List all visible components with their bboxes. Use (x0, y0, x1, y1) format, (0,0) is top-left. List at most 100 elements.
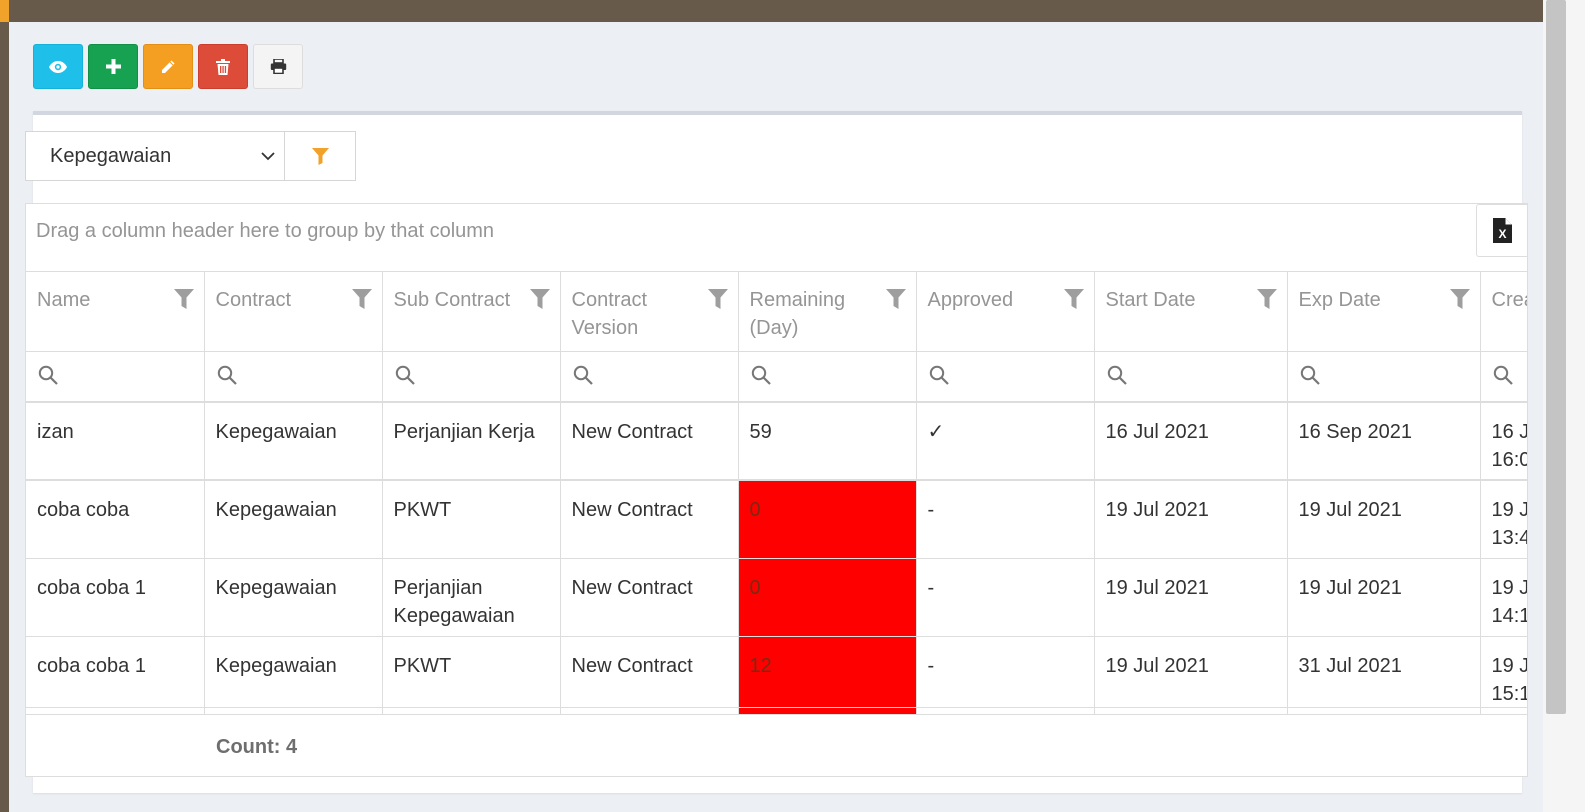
cell-start-date: 16 Jul 2021 (1094, 402, 1288, 481)
cell-created: 19 J 13:4 (1480, 480, 1528, 559)
column-header-label: Sub Contract (393, 289, 511, 311)
grid-footer: Count: 4 (26, 707, 1527, 776)
cell-contract: Kepegawaian (204, 480, 383, 559)
column-filter-icon[interactable] (1256, 289, 1277, 309)
cell-approved: - (916, 636, 1095, 715)
contract-filter-value: Kepegawaian (50, 144, 172, 167)
top-bar (0, 0, 1543, 22)
cell-exp-date: 31 Jul 2021 (1287, 636, 1481, 715)
edit-button[interactable] (143, 44, 193, 89)
cell-name: coba coba 1 (26, 636, 205, 715)
toolbar (33, 44, 303, 89)
contract-filter-select[interactable]: Kepegawaian (25, 131, 285, 181)
cell-start-date: 19 Jul 2021 (1094, 480, 1288, 559)
cell-contract-version: New Contract (560, 480, 739, 559)
cell-exp-date: 19 Jul 2021 (1287, 480, 1481, 559)
search-cell-remaining[interactable] (738, 351, 917, 403)
search-icon (1107, 365, 1127, 385)
cell-sub-contract: Perjanjian Kerja (382, 402, 561, 481)
cell-name: coba coba 1 (26, 558, 205, 637)
cell-contract: Kepegawaian (204, 636, 383, 715)
eye-icon (49, 60, 67, 73)
export-excel-button[interactable]: X (1476, 204, 1527, 257)
delete-button[interactable] (198, 44, 248, 89)
trash-icon (216, 58, 230, 75)
column-header-label: Remaining (749, 289, 846, 311)
cell-exp-date: 16 Sep 2021 (1287, 402, 1481, 481)
search-cell-name[interactable] (26, 351, 205, 403)
print-button[interactable] (253, 44, 303, 89)
column-header-label: (Day) (749, 317, 799, 339)
search-cell-contract-version[interactable] (560, 351, 739, 403)
column-filter-icon[interactable] (1063, 289, 1084, 309)
column-filter-icon[interactable] (885, 289, 906, 309)
search-cell-contract[interactable] (204, 351, 383, 403)
cell-created: 19 J 15:1 (1480, 636, 1528, 715)
search-icon (217, 365, 237, 385)
cell-approved: ✓ (916, 402, 1095, 481)
cell-contract-version: New Contract (560, 402, 739, 481)
table-row[interactable]: coba coba Kepegawaian PKWT New Contract … (26, 480, 1528, 559)
column-header-remaining[interactable]: Remaining (Day) (738, 272, 917, 352)
search-cell-exp-date[interactable] (1287, 351, 1481, 403)
search-icon (751, 365, 771, 385)
search-icon (38, 365, 58, 385)
column-filter-icon[interactable] (1449, 289, 1470, 309)
cell-remaining-alert: 0 (738, 558, 917, 637)
contract-table: Name Contract Sub Contract Contract Versi… (26, 272, 1528, 715)
search-cell-created[interactable] (1480, 351, 1527, 403)
created-date: 16 J (1491, 421, 1528, 443)
table-row[interactable]: izan Kepegawaian Perjanjian Kerja New Co… (26, 402, 1528, 481)
created-time: 14:1 (1491, 604, 1528, 627)
search-cell-approved[interactable] (916, 351, 1095, 403)
search-icon (929, 365, 949, 385)
column-header-name[interactable]: Name (26, 272, 205, 352)
search-icon (395, 365, 415, 385)
table-row[interactable]: coba coba 1 Kepegawaian PKWT New Contrac… (26, 636, 1528, 715)
add-button[interactable] (88, 44, 138, 89)
created-date: 19 J (1491, 576, 1528, 599)
column-header-created[interactable]: Crea (1480, 272, 1527, 352)
column-header-label: Start Date (1105, 289, 1196, 311)
column-header-label: Version (571, 317, 639, 339)
search-cell-sub-contract[interactable] (382, 351, 561, 403)
column-filter-icon[interactable] (173, 289, 194, 309)
column-header-label: Exp Date (1298, 289, 1381, 311)
header-row: Name Contract Sub Contract Contract Versi… (26, 272, 1527, 352)
column-filter-icon[interactable] (351, 289, 372, 309)
chevron-down-icon (261, 152, 275, 161)
column-header-start-date[interactable]: Start Date (1094, 272, 1288, 352)
group-panel[interactable]: Drag a column header here to group by th… (26, 204, 1527, 272)
search-cell-start-date[interactable] (1094, 351, 1288, 403)
created-time: 15:1 (1491, 682, 1528, 705)
column-header-label: Contract (215, 289, 292, 311)
column-header-exp-date[interactable]: Exp Date (1287, 272, 1481, 352)
created-time: 16:0 (1491, 449, 1528, 471)
column-filter-icon[interactable] (707, 289, 728, 309)
data-grid: Drag a column header here to group by th… (25, 203, 1528, 777)
created-date: 19 J (1491, 499, 1528, 521)
column-header-contract-version[interactable]: Contract Version (560, 272, 739, 352)
view-button[interactable] (33, 44, 83, 89)
cell-name: coba coba (26, 480, 205, 559)
column-header-sub-contract[interactable]: Sub Contract (382, 272, 561, 352)
apply-filter-button[interactable] (284, 131, 356, 181)
column-header-contract[interactable]: Contract (204, 272, 383, 352)
vertical-scrollbar-thumb[interactable] (1546, 0, 1566, 714)
cell-remaining: 59 (738, 402, 917, 481)
row-count: Count: 4 (216, 736, 298, 758)
cell-exp-date: 19 Jul 2021 (1287, 558, 1481, 637)
left-bar (0, 22, 9, 812)
filter-icon (311, 147, 329, 165)
column-filter-icon[interactable] (529, 289, 550, 309)
column-header-label: Contract (571, 289, 648, 311)
search-icon (573, 365, 593, 385)
column-header-approved[interactable]: Approved (916, 272, 1095, 352)
svg-text:X: X (1498, 227, 1506, 241)
cell-created: 16 J 16:0 (1480, 402, 1528, 481)
table-row[interactable]: coba coba 1 Kepegawaian Perjanjian Kepeg… (26, 558, 1528, 637)
cell-contract: Kepegawaian (204, 402, 383, 481)
cell-remaining-alert: 12 (738, 636, 917, 715)
top-bar-accent (0, 0, 9, 22)
pencil-icon (162, 60, 175, 73)
